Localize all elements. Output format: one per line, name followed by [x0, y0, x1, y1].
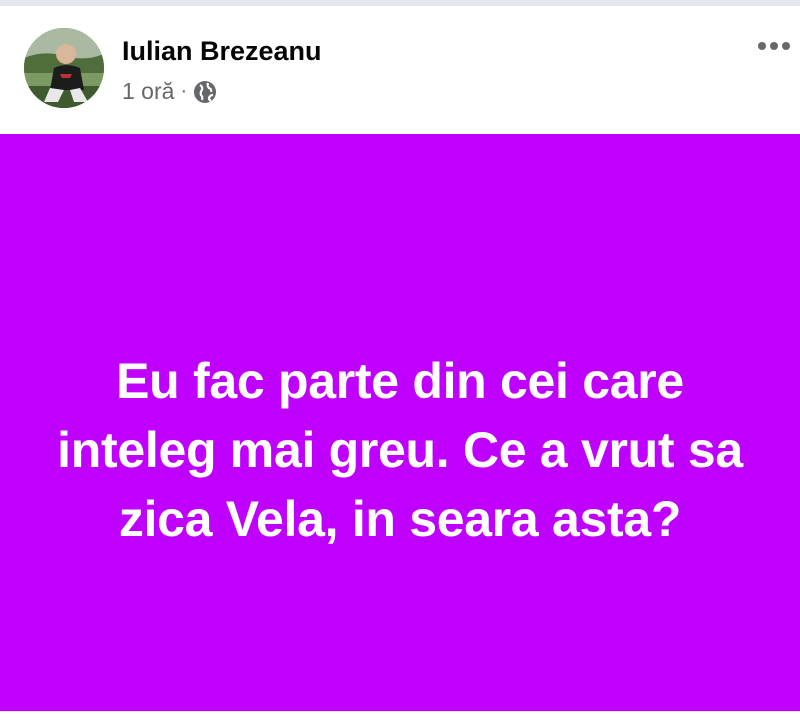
post-meta: 1 oră ·	[122, 78, 217, 105]
post-time[interactable]: 1 oră	[122, 78, 174, 105]
post-header: Iulian Brezeanu 1 oră ·	[0, 6, 800, 134]
author-avatar[interactable]	[24, 28, 104, 108]
meta-separator: ·	[180, 80, 188, 102]
avatar-photo	[24, 28, 104, 108]
more-options-icon	[758, 42, 790, 50]
post-text: Eu fac parte din cei care inteleg mai gr…	[57, 353, 743, 547]
author-name[interactable]: Iulian Brezeanu	[122, 36, 322, 67]
more-options-button[interactable]	[752, 32, 796, 60]
post-background: Eu fac parte din cei care inteleg mai gr…	[0, 134, 800, 711]
globe-icon[interactable]	[193, 80, 217, 104]
